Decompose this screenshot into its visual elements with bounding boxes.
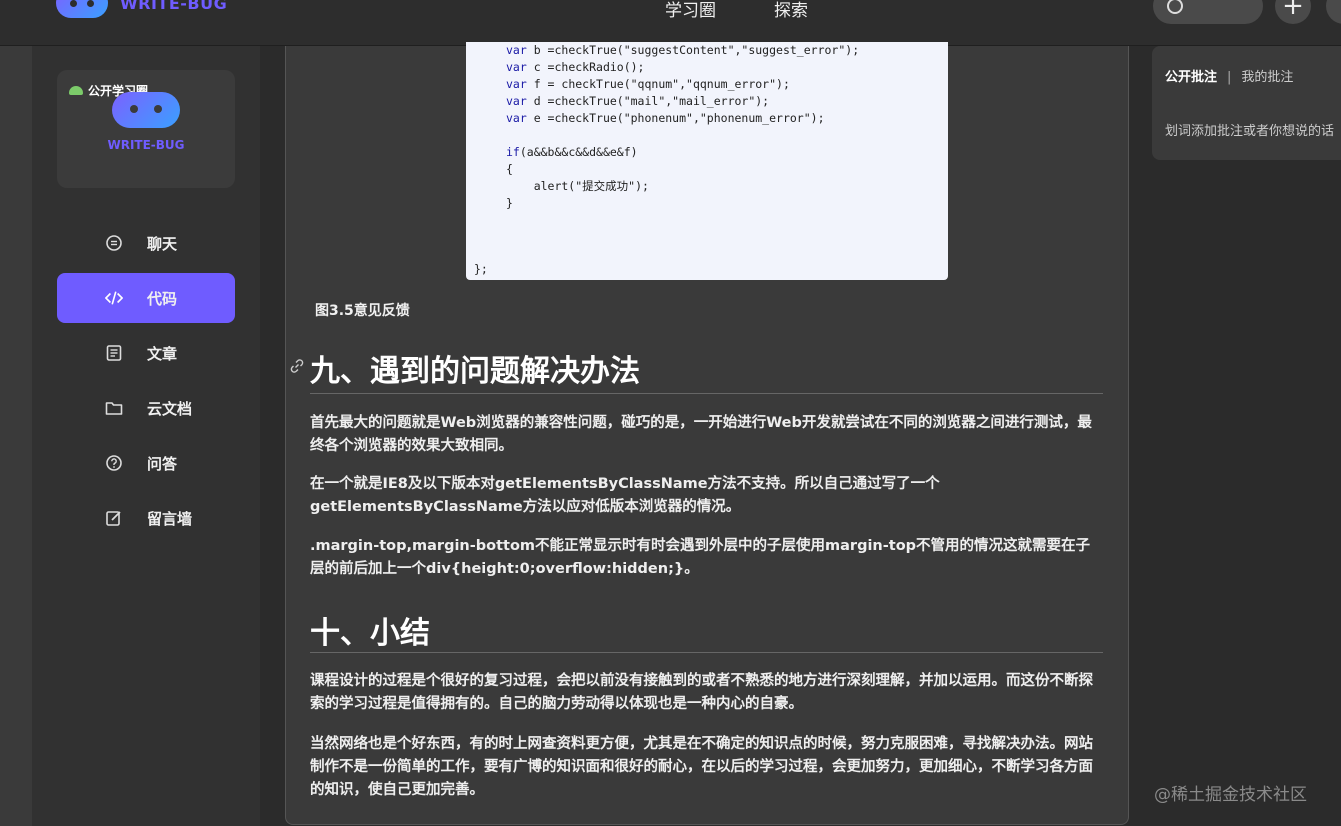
code-text: d =checkTrue("mail","mail_error");: [526, 94, 770, 108]
site-logo[interactable]: WRITE-BUG: [56, 0, 227, 18]
sidebar-item-code[interactable]: 代码: [57, 273, 235, 323]
code-keyword: var: [506, 94, 527, 108]
code-keyword: if: [506, 145, 520, 159]
code-lines: var b =checkTrue("suggestContent","sugge…: [506, 42, 859, 212]
heading-divider: [310, 652, 1103, 653]
robot-logo-icon: [56, 0, 108, 18]
code-text: alert("提交成功");: [506, 179, 649, 193]
figure-caption: 图3.5意见反馈: [315, 303, 410, 319]
watermark: @稀土掘金技术社区: [1154, 785, 1307, 805]
sidebar-item-label: 留言墙: [147, 509, 193, 528]
code-text: e =checkTrue("phonenum","phonenum_error"…: [526, 111, 825, 125]
sidebar: 公开学习圈 WRITE-BUG 聊天 代码 文章 云文档 问答 留言墙: [32, 46, 260, 826]
plus-icon: +: [1282, 0, 1304, 21]
paragraph: 课程设计的过程是个很好的复习过程，会把以前没有接触到的或者不熟悉的地方进行深刻理…: [310, 673, 1093, 712]
heading-divider: [310, 393, 1103, 394]
sidebar-item-article[interactable]: 文章: [57, 328, 235, 378]
sidebar-item-label: 代码: [147, 289, 178, 308]
code-text: }: [506, 196, 513, 210]
question-icon: [105, 454, 123, 472]
paragraph: .margin-top,margin-bottom不能正常显示时有时会遇到外层中…: [310, 538, 1091, 577]
code-text: {: [506, 162, 513, 176]
tab-separator: |: [1227, 70, 1232, 85]
section-heading: 十、小结: [310, 616, 430, 651]
sidebar-item-qa[interactable]: 问答: [57, 438, 235, 488]
sidebar-item-message-wall[interactable]: 留言墙: [57, 493, 235, 543]
sidebar-item-label: 问答: [147, 454, 178, 473]
create-button[interactable]: +: [1275, 0, 1311, 24]
code-line: {: [506, 161, 859, 178]
code-keyword: var: [506, 60, 527, 74]
top-navigation-bar: WRITE-BUG 学习圈 探索 +: [0, 0, 1341, 46]
tab-public-annotations[interactable]: 公开批注: [1165, 70, 1217, 85]
annotation-tabs: 公开批注 | 我的批注: [1165, 66, 1293, 85]
article-icon: [105, 344, 123, 362]
folder-icon: [105, 399, 123, 417]
annotation-hint: 划词添加批注或者你想说的话: [1165, 124, 1335, 139]
link-anchor-icon[interactable]: [289, 358, 307, 376]
circle-card[interactable]: 公开学习圈 WRITE-BUG: [57, 70, 235, 188]
edit-icon: [105, 509, 123, 527]
code-screenshot: var b =checkTrue("suggestContent","sugge…: [466, 42, 948, 280]
chat-icon: [105, 234, 123, 252]
code-text: c =checkRadio();: [526, 60, 645, 74]
code-text: f = checkTrue("qqnum","qqnum_error");: [526, 77, 790, 91]
android-icon: [69, 86, 83, 95]
code-line: if(a&&b&&c&&d&&e&f): [506, 144, 859, 161]
nav-link-explore[interactable]: 探索: [774, 0, 808, 21]
sidebar-item-cloud-docs[interactable]: 云文档: [57, 383, 235, 433]
code-closing-line: };: [474, 262, 488, 276]
code-line: var c =checkRadio();: [506, 59, 859, 76]
code-icon: [105, 289, 123, 307]
tab-my-annotations[interactable]: 我的批注: [1241, 70, 1293, 85]
sidebar-item-label: 文章: [147, 344, 178, 363]
left-edge-strip: [0, 46, 32, 826]
code-line: }: [506, 195, 859, 212]
search-icon: [1167, 0, 1183, 14]
sidebar-item-label: 云文档: [147, 399, 193, 418]
paragraph: 在一个就是IE8及以下版本对getElementsByClassName方法不支…: [310, 476, 940, 515]
code-keyword: var: [506, 77, 527, 91]
circle-name: WRITE-BUG: [107, 138, 185, 152]
code-text: b =checkTrue("suggestContent","suggest_e…: [526, 43, 860, 57]
code-text: (a&&b&&c&&d&&e&f): [519, 145, 638, 159]
paragraph: 首先最大的问题就是Web浏览器的兼容性问题，碰巧的是，一开始进行Web开发就尝试…: [310, 415, 1092, 454]
search-input[interactable]: [1153, 0, 1263, 24]
notification-button[interactable]: [1326, 0, 1341, 24]
code-keyword: var: [506, 111, 527, 125]
code-line: var f = checkTrue("qqnum","qqnum_error")…: [506, 76, 859, 93]
nav-link-study-circle[interactable]: 学习圈: [665, 0, 716, 21]
code-line: var d =checkTrue("mail","mail_error");: [506, 93, 859, 110]
code-line: alert("提交成功");: [506, 178, 859, 195]
code-line: var b =checkTrue("suggestContent","sugge…: [506, 42, 859, 59]
article-body: var b =checkTrue("suggestContent","sugge…: [285, 42, 1129, 825]
paragraph: 当然网络也是个好东西，有的时上网查资料更方便，尤其是在不确定的知识点的时候，努力…: [310, 736, 1093, 798]
code-line: var e =checkTrue("phonenum","phonenum_er…: [506, 110, 859, 127]
robot-avatar-icon: [112, 92, 180, 128]
code-keyword: var: [506, 43, 527, 57]
sidebar-item-chat[interactable]: 聊天: [57, 218, 235, 268]
sidebar-item-label: 聊天: [147, 234, 178, 253]
logo-text: WRITE-BUG: [120, 0, 228, 13]
annotation-panel: 公开批注 | 我的批注 划词添加批注或者你想说的话: [1152, 46, 1341, 160]
section-heading: 九、遇到的问题解决办法: [310, 354, 640, 389]
